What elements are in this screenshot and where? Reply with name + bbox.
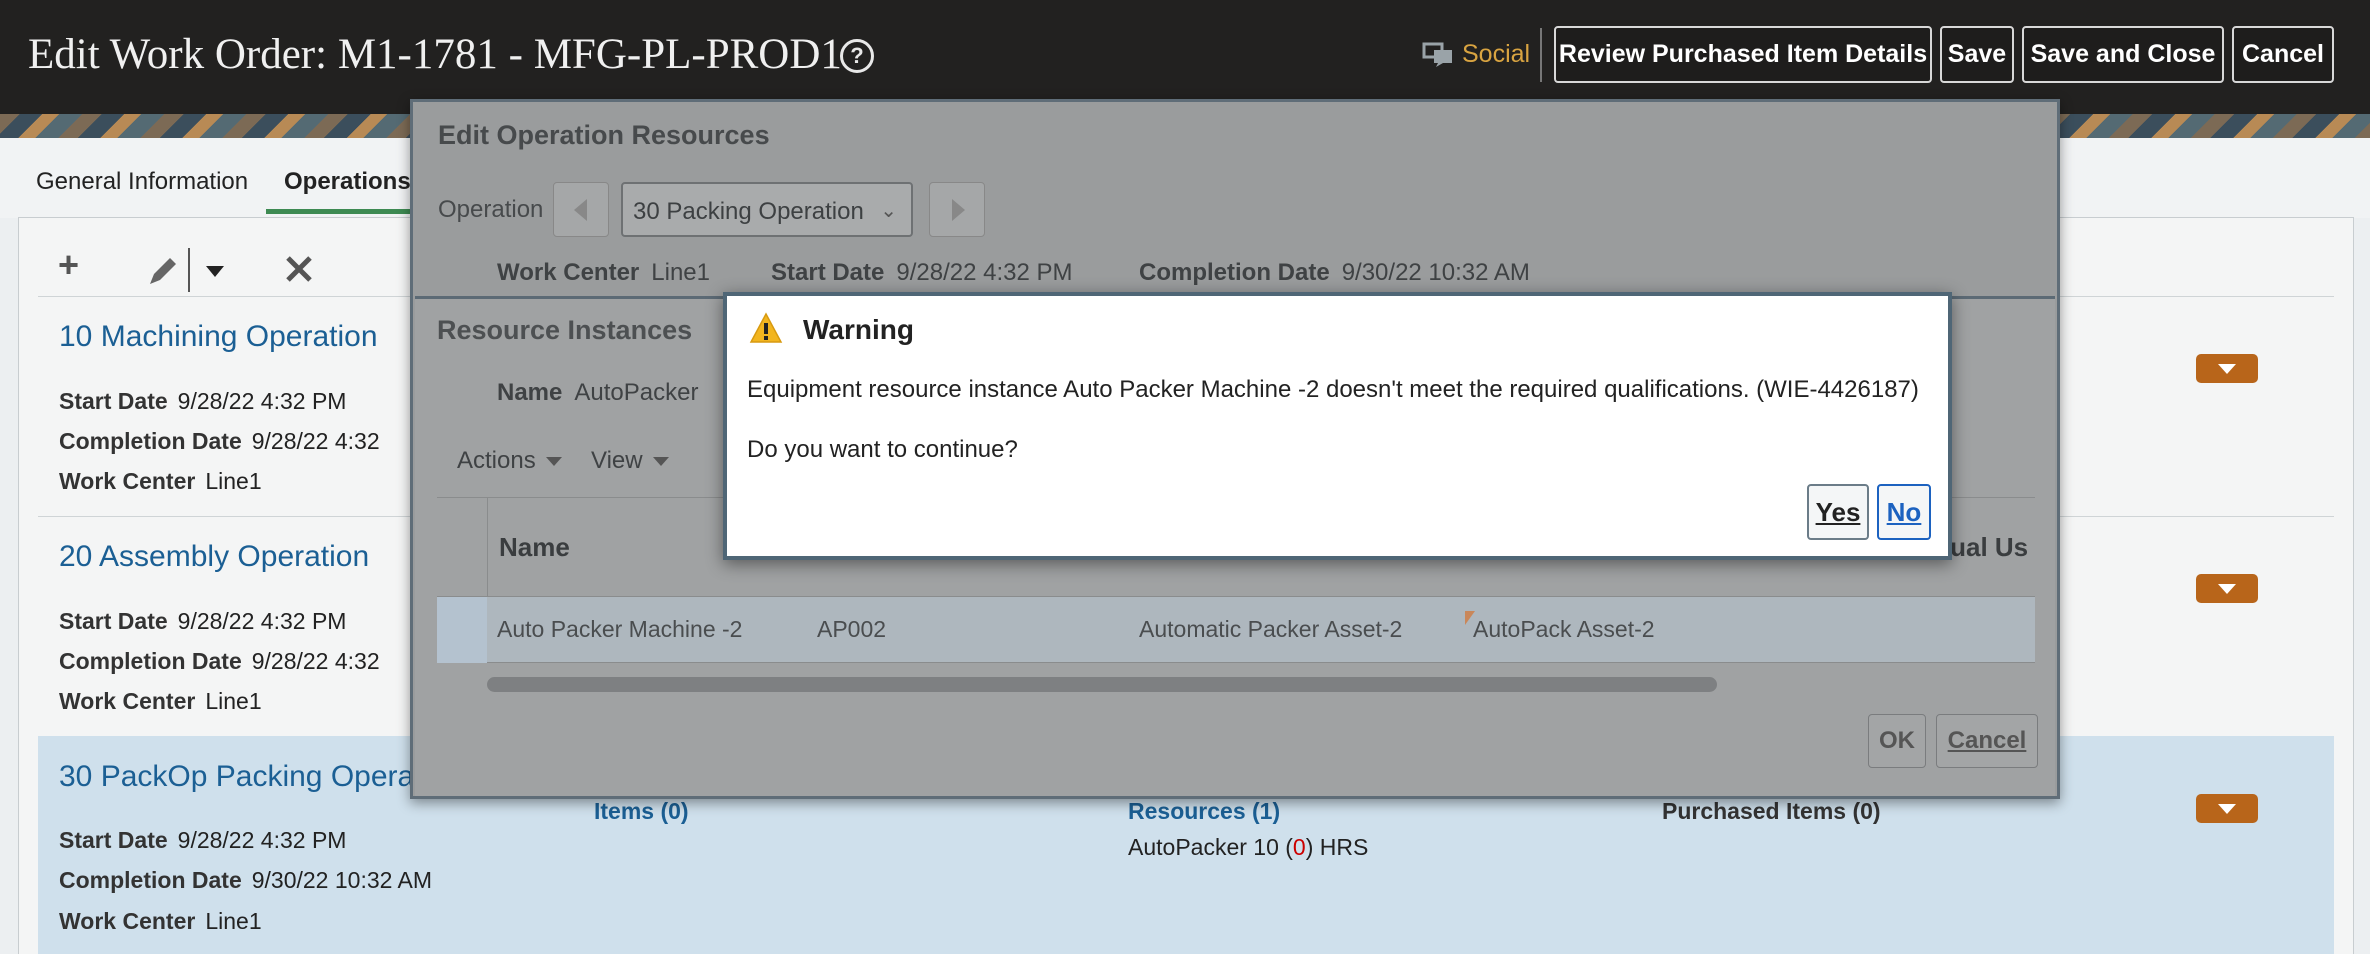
social-icon: [1422, 42, 1452, 67]
op30-purchased-items: Purchased Items (0): [1662, 798, 1881, 824]
actions-menu[interactable]: Actions: [457, 447, 562, 475]
op10-completion: Completion Date 9/28/22 4:32: [59, 428, 380, 454]
review-purchased-items-button[interactable]: Review Purchased Item Details: [1554, 26, 1932, 83]
op10-work-center: Work Center Line1: [59, 468, 262, 494]
op30-work-center: Work Center Line1: [59, 908, 262, 934]
next-operation-button[interactable]: [929, 182, 985, 237]
dialog-title: Edit Operation Resources: [438, 120, 770, 150]
op20-work-center: Work Center Line1: [59, 688, 262, 714]
toolbar-divider: [188, 248, 190, 292]
no-button[interactable]: No: [1877, 484, 1931, 540]
op10-actions-menu-button[interactable]: [2196, 354, 2258, 383]
completion-date-info: Completion Date 9/30/22 10:32 AM: [1139, 259, 1530, 286]
edit-icon[interactable]: [146, 254, 180, 288]
resource-instances-title: Resource Instances: [437, 315, 693, 345]
op30-start: Start Date 9/28/22 4:32 PM: [59, 827, 347, 853]
warning-icon: [749, 312, 783, 343]
chevron-down-icon: ⌄: [880, 200, 897, 222]
operation-select[interactable]: 30 Packing Operation ⌄: [621, 182, 913, 237]
tab-general-information[interactable]: General Information: [36, 168, 248, 196]
ok-button[interactable]: OK: [1868, 714, 1926, 768]
arrow-right-icon: [952, 199, 965, 221]
active-tab-indicator: [266, 209, 416, 214]
op30-actions-menu-button[interactable]: [2196, 794, 2258, 823]
cell-instance-code: AP002: [817, 616, 887, 642]
op10-start: Start Date 9/28/22 4:32 PM: [59, 388, 347, 414]
op30-resources-link[interactable]: Resources (1): [1128, 798, 1280, 825]
work-center-info: Work Center Line1: [497, 259, 710, 286]
cell-instance-name: Auto Packer Machine -2: [497, 616, 743, 642]
social-link[interactable]: Social: [1422, 40, 1530, 69]
operation-title-20[interactable]: 20 Assembly Operation: [59, 540, 369, 574]
add-icon[interactable]: +: [58, 244, 79, 286]
cell-asset-description: Automatic Packer Asset-2: [1139, 616, 1403, 642]
resource-name-info: Name AutoPacker: [497, 379, 699, 406]
save-button[interactable]: Save: [1940, 26, 2014, 83]
dropdown-arrow-icon: [652, 456, 669, 466]
page-title: Edit Work Order: M1-1781 - MFG-PL-PROD1: [28, 31, 842, 78]
horizontal-scrollbar[interactable]: [487, 677, 1717, 692]
header-separator: [1540, 28, 1542, 82]
op30-completion: Completion Date 9/30/22 10:32 AM: [59, 867, 433, 893]
dialog-cancel-button[interactable]: Cancel: [1936, 714, 2038, 768]
tab-operations[interactable]: Operations: [284, 168, 411, 196]
table-row[interactable]: Auto Packer Machine -2 AP002 Automatic P…: [487, 597, 2035, 663]
start-date-info: Start Date 9/28/22 4:32 PM: [771, 259, 1073, 286]
warning-dialog: Warning Equipment resource instance Auto…: [723, 292, 1952, 560]
operation-title-30[interactable]: 30 PackOp Packing Opera: [59, 760, 414, 794]
operation-title-10[interactable]: 10 Machining Operation: [59, 320, 378, 354]
cancel-button[interactable]: Cancel: [2232, 26, 2334, 83]
cell-asset-name: AutoPack Asset-2: [1473, 616, 1655, 642]
view-menu[interactable]: View: [591, 447, 669, 475]
row-selector[interactable]: [437, 597, 487, 663]
help-icon[interactable]: ?: [840, 39, 874, 73]
chevron-down-icon[interactable]: [206, 266, 224, 277]
op20-start: Start Date 9/28/22 4:32 PM: [59, 608, 347, 634]
page-header: Edit Work Order: M1-1781 - MFG-PL-PROD1 …: [0, 0, 2370, 114]
social-label: Social: [1462, 40, 1531, 68]
changed-flag-icon: [1465, 611, 1475, 625]
previous-operation-button[interactable]: [553, 182, 609, 237]
dropdown-arrow-icon: [545, 456, 562, 466]
op30-items-link[interactable]: Items (0): [594, 798, 689, 825]
column-header-name[interactable]: Name: [499, 532, 570, 563]
op20-actions-menu-button[interactable]: [2196, 574, 2258, 603]
operation-label: Operation: [438, 196, 544, 223]
delete-icon[interactable]: [284, 254, 314, 284]
save-and-close-button[interactable]: Save and Close: [2022, 26, 2224, 83]
arrow-left-icon: [574, 199, 587, 221]
yes-button[interactable]: Yes: [1807, 484, 1869, 540]
warning-question: Do you want to continue?: [747, 436, 1018, 463]
op30-resource-line: AutoPacker 10 (0) HRS: [1128, 834, 1369, 860]
warning-title: Warning: [803, 314, 914, 345]
op20-completion: Completion Date 9/28/22 4:32: [59, 648, 380, 674]
warning-message: Equipment resource instance Auto Packer …: [747, 376, 1919, 403]
